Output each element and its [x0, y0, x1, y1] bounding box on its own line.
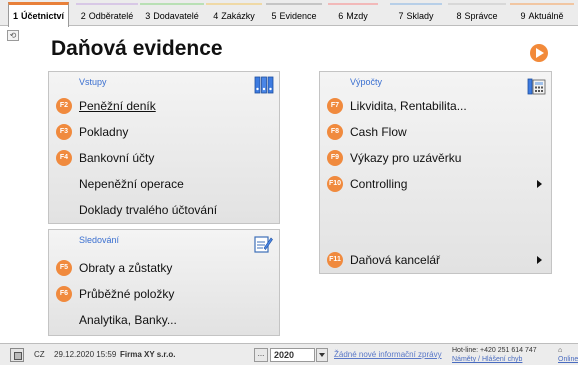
tab-aktualne[interactable]: 9 Aktuálně	[510, 3, 574, 26]
tab-dodavatele[interactable]: 3 Dodavatelé	[140, 3, 204, 26]
function-key-badge: F7	[327, 98, 343, 114]
menu-item-label: Controlling	[350, 177, 408, 191]
tab-label: Odběratelé	[88, 11, 134, 21]
tab-label: Účetnictví	[21, 11, 65, 21]
menu-item-label: Daňová kancelář	[350, 253, 441, 267]
accounting-year-field[interactable]: 2020	[270, 348, 315, 362]
accounting-year-button[interactable]: ...	[254, 348, 268, 362]
year-dropdown-button[interactable]	[316, 348, 328, 362]
function-key-badge: F11	[327, 252, 343, 268]
online-indicator[interactable]: ⌂ Online	[558, 346, 578, 364]
submenu-arrow-icon	[537, 256, 542, 264]
function-key-badge: F10	[327, 176, 343, 192]
panel-title: Vstupy	[79, 77, 107, 87]
menu-item-label: Průběžné položky	[79, 287, 175, 301]
menu-item-penezni-denik[interactable]: F2 Peněžní deník	[49, 94, 281, 118]
company-name[interactable]: Firma XY s.r.o.	[120, 344, 175, 365]
module-tab-bar: 1 Účetnictví 2 Odběratelé 3 Dodavatelé 4 Zak…	[0, 0, 578, 27]
panel-title: Sledování	[79, 235, 120, 245]
function-key-badge: F9	[327, 150, 343, 166]
menu-item-likvidita-rentabilita[interactable]: F7 Likvidita, Rentabilita...	[320, 94, 553, 118]
menu-item-label: Obraty a zůstatky	[79, 261, 173, 275]
menu-item-label: Doklady trvalého účtování	[79, 203, 218, 217]
menu-item-bankovni-ucty[interactable]: F4 Bankovní účty	[49, 146, 281, 170]
binders-icon	[254, 76, 274, 94]
messages-link[interactable]: Žádné nové informační zprávy	[334, 344, 442, 365]
tab-number: 5	[271, 11, 277, 21]
tab-number: 1	[12, 11, 18, 21]
country-code: CZ	[34, 350, 45, 359]
page-title: Daňová evidence	[51, 37, 223, 60]
menu-item-pokladny[interactable]: F3 Pokladny	[49, 120, 281, 144]
status-datetime: 29.12.2020 15:59	[54, 350, 117, 359]
play-logo-icon[interactable]	[530, 44, 548, 62]
tab-odberatele[interactable]: 2 Odběratelé	[76, 3, 138, 26]
menu-item-cash-flow[interactable]: F8 Cash Flow	[320, 120, 553, 144]
tab-sklady[interactable]: 7 Sklady	[390, 3, 442, 26]
panel-vypocty: Výpočty F7 Likvidita, Rentabilita... F8 …	[319, 71, 552, 274]
function-key-badge: F8	[327, 124, 343, 140]
hotline-number: Hot-line: +420 251 614 747	[452, 347, 537, 354]
online-icon: ⌂	[558, 347, 563, 354]
agenda-content: ⟲ Daňová evidence Vstupy F2 Peněžní dení…	[0, 27, 578, 343]
tab-number: 7	[398, 11, 404, 21]
tab-number: 3	[145, 11, 151, 21]
online-label: Online	[558, 356, 578, 363]
tab-mzdy[interactable]: 6 Mzdy	[328, 3, 378, 26]
tab-label: Mzdy	[346, 11, 368, 21]
panel-vstupy: Vstupy F2 Peněžní deník F3 Pokladny F4 B…	[48, 71, 280, 224]
panel-title: Výpočty	[350, 77, 383, 87]
submenu-arrow-icon	[537, 180, 542, 188]
function-key-badge: F3	[56, 124, 72, 140]
menu-item-danova-kancelar[interactable]: F11 Daňová kancelář	[320, 248, 553, 272]
menu-item-label: Analytika, Banky...	[79, 313, 177, 327]
menu-item-label: Cash Flow	[350, 125, 407, 139]
menu-item-controlling[interactable]: F10 Controlling	[320, 172, 553, 196]
tab-number: 2	[80, 11, 86, 21]
menu-item-label: Pokladny	[79, 125, 129, 139]
tab-number: 4	[213, 11, 219, 21]
menu-item-label: Bankovní účty	[79, 151, 155, 165]
menu-item-nepenezni-operace[interactable]: Nepeněžní operace	[49, 172, 281, 196]
tab-label: Aktuálně	[528, 11, 564, 21]
hotline-info: Hot-line: +420 251 614 747 Náměty / Hláš…	[452, 346, 537, 364]
tab-spravce[interactable]: 8 Správce	[448, 3, 506, 26]
tab-label: Zakázky	[221, 11, 255, 21]
function-key-badge: F6	[56, 286, 72, 302]
tab-evidence[interactable]: 5 Evidence	[266, 3, 322, 26]
menu-item-label: Likvidita, Rentabilita...	[350, 99, 467, 113]
menu-item-label: Peněžní deník	[79, 99, 156, 113]
menu-item-vykazy-pro-uzaverku[interactable]: F9 Výkazy pro uzávěrku	[320, 146, 553, 170]
tab-number: 8	[456, 11, 462, 21]
menu-item-label: Výkazy pro uzávěrku	[350, 151, 462, 165]
edit-note-icon	[254, 236, 273, 253]
status-menu-icon[interactable]	[10, 348, 24, 362]
function-key-badge: F5	[56, 260, 72, 276]
status-bar: CZ 29.12.2020 15:59 Firma XY s.r.o. ... …	[0, 343, 578, 365]
menu-item-prubezne-polozky[interactable]: F6 Průběžné položky	[49, 282, 281, 306]
menu-item-label: Nepeněžní operace	[79, 177, 184, 191]
tab-number: 6	[338, 11, 344, 21]
function-key-badge: F2	[56, 98, 72, 114]
tab-label: Sklady	[406, 11, 434, 21]
ideas-bug-report-link[interactable]: Náměty / Hlášení chyb	[452, 355, 537, 364]
menu-item-doklady-trvaleho-uctovani[interactable]: Doklady trvalého účtování	[49, 198, 281, 222]
calculator-icon	[527, 78, 546, 95]
tab-label: Dodavatelé	[153, 11, 199, 21]
function-key-badge: F4	[56, 150, 72, 166]
tab-label: Evidence	[279, 11, 317, 21]
tab-ucetnictvi[interactable]: 1 Účetnictví	[8, 2, 69, 27]
menu-item-analytika-banky[interactable]: Analytika, Banky...	[49, 308, 281, 332]
tab-number: 9	[520, 11, 526, 21]
restore-window-icon[interactable]: ⟲	[7, 30, 19, 41]
menu-item-obraty-a-zustatky[interactable]: F5 Obraty a zůstatky	[49, 256, 281, 280]
panel-sledovani: Sledování F5 Obraty a zůstatky F6 Průběž…	[48, 229, 280, 336]
tab-label: Správce	[464, 11, 498, 21]
tab-zakazky[interactable]: 4 Zakázky	[206, 3, 262, 26]
